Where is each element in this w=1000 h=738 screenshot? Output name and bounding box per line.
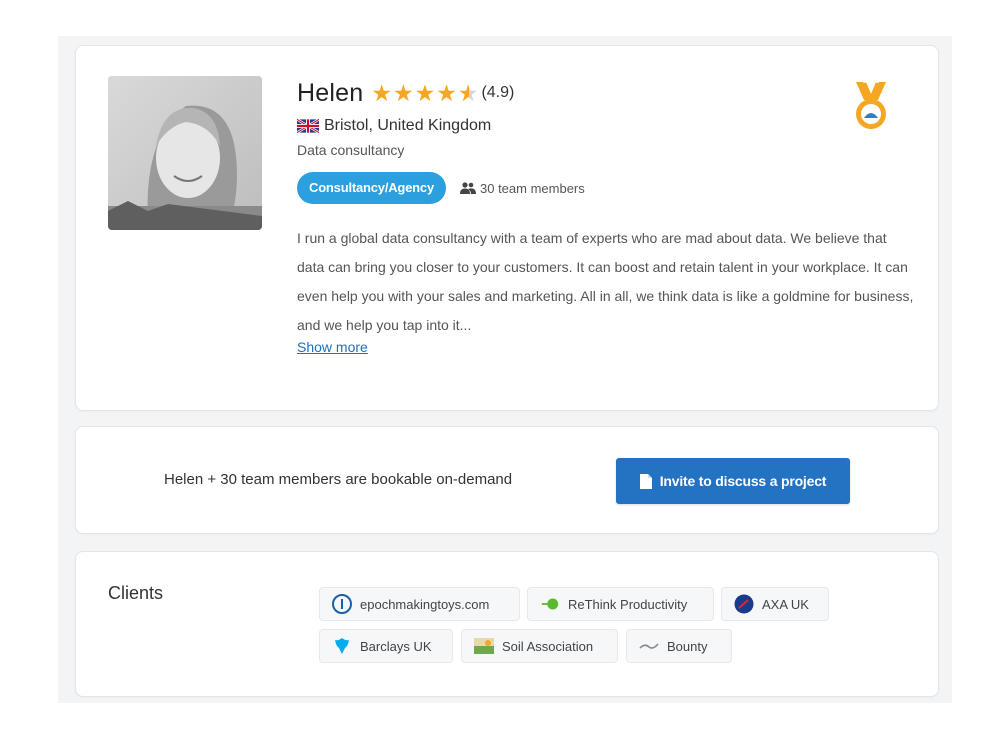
bounty-logo-icon [639, 636, 659, 656]
clients-card: Clients epochmakingtoys.com ReThink Prod… [75, 551, 939, 697]
profile-tagline: Data consultancy [297, 142, 405, 158]
name-row: Helen ★ ★ ★ ★ ★ (4.9) [297, 78, 514, 108]
client-chip[interactable]: Bounty [626, 629, 732, 663]
client-name: Bounty [667, 638, 708, 654]
type-row: Consultancy/Agency 30 team members [297, 172, 585, 204]
client-chip[interactable]: Soil Association [461, 629, 618, 663]
show-more-link[interactable]: Show more [297, 339, 368, 355]
rethink-logo-icon [540, 594, 560, 614]
bookable-card: Helen + 30 team members are bookable on-… [75, 426, 939, 534]
barclays-eagle-logo-icon [332, 636, 352, 656]
client-chip[interactable]: Barclays UK [319, 629, 453, 663]
team-size-label: 30 team members [480, 180, 585, 196]
bookable-text: Helen + 30 team members are bookable on-… [164, 471, 513, 488]
invite-button[interactable]: Invite to discuss a project [616, 458, 850, 504]
profile-photo [108, 76, 262, 230]
team-members-icon [460, 182, 476, 194]
profile-name: Helen [297, 78, 364, 107]
type-badge: Consultancy/Agency [297, 172, 446, 204]
clients-heading: Clients [108, 583, 164, 603]
axa-logo-icon [734, 594, 754, 614]
star-icon: ★ [436, 79, 457, 106]
star-icon: ★ [414, 79, 436, 106]
half-star-icon: ★ [457, 79, 479, 106]
location-row: Bristol, United Kingdom [297, 116, 491, 136]
rating-value: (4.9) [481, 84, 515, 101]
client-name: Soil Association [502, 638, 594, 654]
client-name: Barclays UK [360, 638, 432, 654]
client-name: ReThink Productivity [568, 596, 688, 612]
star-icon: ★ [371, 79, 392, 106]
profile-card: Helen ★ ★ ★ ★ ★ (4.9) Bristol, United Ki… [75, 45, 939, 411]
profile-bio: I run a global data consultancy with a t… [297, 230, 914, 333]
invite-button-label: Invite to discuss a project [659, 473, 827, 489]
client-chip[interactable]: ReThink Productivity [527, 587, 714, 621]
medal-badge-icon [856, 81, 886, 129]
epoch-logo-icon [332, 594, 352, 614]
team-size: 30 team members [460, 181, 585, 196]
client-name: epochmakingtoys.com [360, 596, 490, 612]
uk-flag-icon [297, 119, 319, 133]
client-name: AXA UK [762, 596, 809, 612]
star-icon: ★ [392, 79, 414, 106]
soil-association-logo-icon [474, 636, 494, 656]
star-rating: ★ ★ ★ ★ ★ [371, 79, 479, 106]
client-chip[interactable]: AXA UK [721, 587, 829, 621]
document-icon [639, 473, 652, 489]
client-chip[interactable]: epochmakingtoys.com [319, 587, 520, 621]
profile-location: Bristol, United Kingdom [324, 117, 492, 134]
